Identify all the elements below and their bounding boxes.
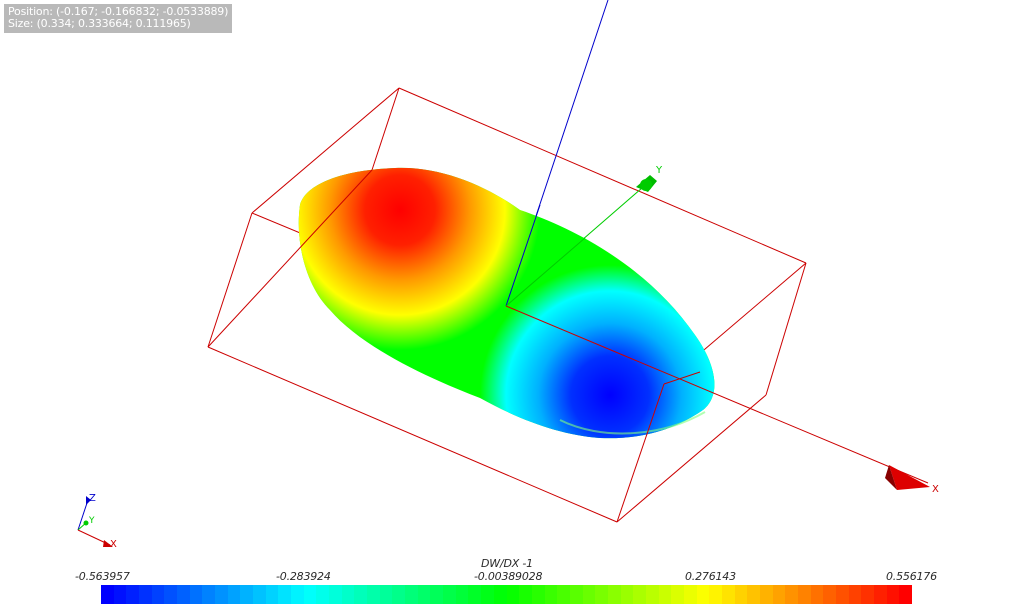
colorbar-segment bbox=[621, 585, 633, 604]
colorbar-segment bbox=[773, 585, 785, 604]
colorbar-tick-label: 0.556176 bbox=[886, 570, 937, 583]
colorbar-segment bbox=[329, 585, 342, 604]
colorbar-segment bbox=[659, 585, 671, 604]
colorbar-segment bbox=[354, 585, 367, 604]
colorbar-segment bbox=[697, 585, 709, 604]
colorbar-segment bbox=[735, 585, 747, 604]
colorbar-segment bbox=[570, 585, 583, 604]
colorbar-segment bbox=[304, 585, 316, 604]
size-readout: Size: (0.334; 0.333664; 0.111965) bbox=[8, 17, 191, 30]
colorbar-segment bbox=[722, 585, 735, 604]
colorbar-segment bbox=[671, 585, 684, 604]
colorbar-segment bbox=[595, 585, 608, 604]
colorbar-segment bbox=[266, 585, 278, 604]
colorbar-segment bbox=[430, 585, 443, 604]
info-overlay: Position: (-0.167; -0.166832; -0.0533889… bbox=[4, 4, 232, 33]
colorbar-segment bbox=[798, 585, 811, 604]
triad-z-label: Z bbox=[89, 493, 96, 504]
colorbar-segment bbox=[760, 585, 773, 604]
colorbar-segment bbox=[164, 585, 177, 604]
colorbar bbox=[101, 585, 912, 604]
colorbar-segment bbox=[608, 585, 621, 604]
colorbar-segment bbox=[823, 585, 836, 604]
colorbar-tick-label: -0.283924 bbox=[276, 570, 331, 583]
colorbar-segment bbox=[874, 585, 887, 604]
colorbar-segment bbox=[126, 585, 139, 604]
colorbar-segment bbox=[507, 585, 519, 604]
colorbar-segment bbox=[785, 585, 798, 604]
colorbar-segment bbox=[405, 585, 418, 604]
colorbar-segment bbox=[291, 585, 304, 604]
colorbar-segment bbox=[367, 585, 380, 604]
3d-viewport[interactable]: Y X Z Y X bbox=[0, 0, 1014, 610]
colorbar-segment bbox=[342, 585, 354, 604]
triad-x-label: X bbox=[110, 539, 117, 550]
colorbar-segment bbox=[849, 585, 861, 604]
colorbar-segment bbox=[278, 585, 291, 604]
colorbar-tick-label: 0.276143 bbox=[685, 570, 736, 583]
colorbar-segment bbox=[684, 585, 697, 604]
x-axis-label: X bbox=[932, 484, 939, 495]
colorbar-segment bbox=[418, 585, 430, 604]
colorbar-segment bbox=[456, 585, 468, 604]
colorbar-segment bbox=[646, 585, 659, 604]
colorbar-segment bbox=[545, 585, 557, 604]
colorbar-segment bbox=[392, 585, 405, 604]
colorbar-segment bbox=[228, 585, 240, 604]
colorbar-tick-label: -0.00389028 bbox=[474, 570, 543, 583]
colorbar-segment bbox=[443, 585, 456, 604]
colorbar-segment bbox=[583, 585, 595, 604]
orientation-triad: Z Y X bbox=[77, 493, 117, 550]
colorbar-segment bbox=[557, 585, 570, 604]
colorbar-segment bbox=[747, 585, 760, 604]
colorbar-segment bbox=[114, 585, 126, 604]
colorbar-segment bbox=[177, 585, 190, 604]
colorbar-tick-label: -0.563957 bbox=[75, 570, 130, 583]
colorbar-segment bbox=[709, 585, 722, 604]
colorbar-segment bbox=[253, 585, 266, 604]
colorbar-segment bbox=[316, 585, 329, 604]
colorbar-segment bbox=[468, 585, 481, 604]
colorbar-segment bbox=[899, 585, 912, 604]
colorbar-segment bbox=[861, 585, 874, 604]
colorbar-title: DW/DX -1 bbox=[481, 557, 533, 570]
colorbar-segment bbox=[494, 585, 507, 604]
colorbar-segment bbox=[532, 585, 545, 604]
colorbar-segment bbox=[152, 585, 164, 604]
colorbar-segment bbox=[481, 585, 494, 604]
colorbar-segment bbox=[887, 585, 899, 604]
colorbar-segment bbox=[215, 585, 228, 604]
colorbar-segment bbox=[139, 585, 152, 604]
colorbar-segment bbox=[519, 585, 532, 604]
colorbar-segment bbox=[190, 585, 202, 604]
colorbar-segment bbox=[101, 585, 114, 604]
triad-y-label: Y bbox=[88, 516, 95, 526]
colorbar-segment bbox=[240, 585, 253, 604]
colorbar-segment bbox=[380, 585, 392, 604]
y-axis-label: Y bbox=[655, 165, 663, 176]
colorbar-segment bbox=[811, 585, 823, 604]
colorbar-segment bbox=[633, 585, 646, 604]
colorbar-segment bbox=[202, 585, 215, 604]
colorbar-segment bbox=[836, 585, 849, 604]
